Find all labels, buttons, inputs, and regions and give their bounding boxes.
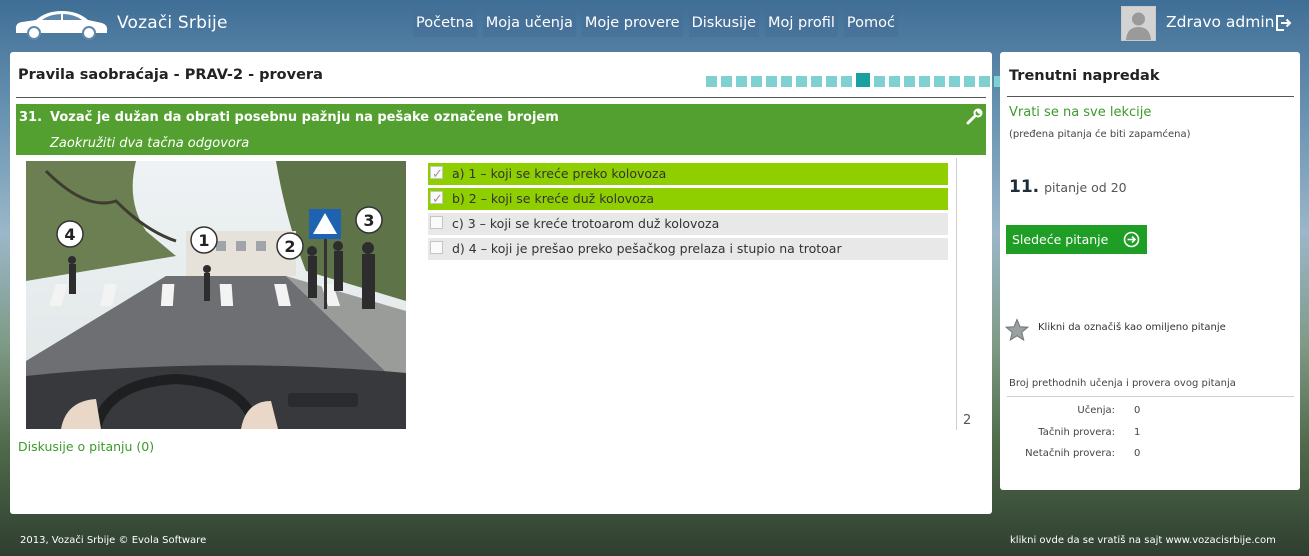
progress-square[interactable] [919, 76, 930, 87]
wrench-icon[interactable] [965, 106, 985, 126]
history-row-correct: Tačnih provera: 1 [1000, 427, 1300, 441]
answer-option-a[interactable]: ✓ a) 1 – koji se kreće preko kolovoza [428, 163, 948, 185]
answer-option-b[interactable]: ✓ b) 2 – koji se kreće duž kolovoza [428, 188, 948, 210]
question-text: Vozač je dužan da obrati posebnu pažnju … [50, 110, 559, 125]
progress-square[interactable] [934, 76, 945, 87]
history-value: 1 [1134, 427, 1141, 438]
history-label: Učenja: [1077, 405, 1115, 416]
divider [16, 97, 986, 98]
check-icon: ✓ [432, 192, 443, 207]
answer-list: ✓ a) 1 – koji se kreće preko kolovoza ✓ … [428, 163, 948, 263]
answer-text: d) 4 – koji je prešao preko pešačkog pre… [452, 241, 842, 256]
progress-square[interactable] [796, 76, 807, 87]
brand-name[interactable]: Vozači Srbije [117, 13, 228, 33]
question-image: 4 1 2 3 [26, 161, 406, 429]
image-label-1: 1 [198, 231, 209, 250]
question-counter: 11. pitanje od 20 [1009, 177, 1127, 197]
arrow-right-circle-icon [1123, 231, 1140, 248]
footer-site-link[interactable]: klikni ovde da se vratiš na sajt www.voz… [1010, 535, 1276, 546]
sidebar-title: Trenutni napredak [1009, 68, 1160, 84]
divider [1007, 396, 1294, 397]
user-avatar[interactable] [1121, 6, 1156, 41]
side-number: 2 [963, 413, 972, 428]
progress-square[interactable] [721, 76, 732, 87]
question-discussion-link[interactable]: Diskusije o pitanju (0) [18, 439, 154, 454]
history-value: 0 [1134, 448, 1141, 459]
logout-icon[interactable] [1274, 14, 1292, 32]
question-of-total: pitanje od 20 [1044, 180, 1127, 195]
divider [956, 158, 957, 430]
history-label: Tačnih provera: [1038, 427, 1115, 438]
history-row-incorrect: Netačnih provera: 0 [1000, 448, 1300, 462]
divider [1007, 96, 1294, 97]
nav-my-tests[interactable]: Moje provere [581, 10, 683, 37]
nav-home[interactable]: Početna [413, 10, 477, 37]
current-question-number: 11. [1009, 177, 1040, 197]
back-to-lessons-link[interactable]: Vrati se na sve lekcije [1009, 105, 1151, 120]
progress-square[interactable] [826, 76, 837, 87]
progress-square[interactable] [781, 76, 792, 87]
progress-square[interactable] [964, 76, 975, 87]
star-favorite-icon[interactable] [1005, 318, 1029, 342]
nav-my-learning[interactable]: Moja učenja [482, 10, 576, 37]
progress-square[interactable] [751, 76, 762, 87]
history-label: Netačnih provera: [1025, 448, 1115, 459]
progress-square[interactable] [949, 76, 960, 87]
question-number: 31. [19, 110, 43, 125]
progress-square[interactable] [766, 76, 777, 87]
user-greeting: Zdravo admin [1166, 13, 1275, 31]
answer-text: a) 1 – koji se kreće preko kolovoza [452, 166, 667, 181]
answer-option-d[interactable]: d) 4 – koji je prešao preko pešačkog pre… [428, 238, 948, 260]
progress-square[interactable] [706, 76, 717, 87]
progress-square[interactable] [904, 76, 915, 87]
page-title: Pravila saobraćaja - PRAV-2 - provera [18, 67, 323, 83]
main-nav: Početna Moja učenja Moje provere Diskusi… [413, 10, 898, 37]
answer-checkbox[interactable]: ✓ [430, 191, 443, 207]
image-label-2: 2 [284, 237, 295, 256]
next-question-button[interactable]: Sledeće pitanje [1006, 225, 1147, 254]
progress-square[interactable] [874, 76, 885, 87]
progress-square[interactable] [811, 76, 822, 87]
image-label-4: 4 [64, 225, 75, 244]
top-bar: Vozači Srbije Početna Moja učenja Moje p… [0, 0, 1309, 48]
progress-square[interactable] [979, 76, 990, 87]
nav-discussions[interactable]: Diskusije [688, 10, 760, 37]
question-header: 31. Vozač je dužan da obrati posebnu paž… [16, 104, 986, 155]
image-label-3: 3 [363, 211, 374, 230]
favorite-question-text[interactable]: Klikni da označiš kao omiljeno pitanje [1038, 322, 1226, 333]
history-title: Broj prethodnih učenja i provera ovog pi… [1009, 378, 1236, 389]
answer-checkbox[interactable] [430, 216, 443, 229]
progress-square[interactable] [889, 76, 900, 87]
car-logo-icon[interactable] [12, 6, 110, 40]
answer-option-c[interactable]: c) 3 – koji se kreće trotoarom duž kolov… [428, 213, 948, 235]
history-value: 0 [1134, 405, 1141, 416]
question-instruction: Zaokružiti dva tačna odgovora [50, 136, 250, 151]
progress-square[interactable] [736, 76, 747, 87]
nav-help[interactable]: Pomoć [843, 10, 898, 37]
progress-square[interactable] [841, 76, 852, 87]
answer-checkbox[interactable]: ✓ [430, 166, 443, 182]
back-note: (pređena pitanja će biti zapamćena) [1009, 129, 1191, 140]
progress-sidebar: Trenutni napredak Vrati se na sve lekcij… [1000, 52, 1300, 490]
question-panel: Pravila saobraćaja - PRAV-2 - provera 31… [10, 52, 1005, 514]
avatar-person-icon [1122, 7, 1155, 40]
footer-copyright: 2013, Vozači Srbije © Evola Software [20, 535, 207, 546]
answer-checkbox[interactable] [430, 241, 443, 254]
progress-indicator [706, 73, 1009, 87]
next-question-label: Sledeće pitanje [1012, 232, 1109, 247]
check-icon: ✓ [432, 167, 443, 182]
progress-square-current[interactable] [856, 73, 870, 87]
history-row-learning: Učenja: 0 [1000, 405, 1300, 419]
answer-text: c) 3 – koji se kreće trotoarom duž kolov… [452, 216, 720, 231]
answer-text: b) 2 – koji se kreće duž kolovoza [452, 191, 655, 206]
nav-my-profile[interactable]: Moj profil [765, 10, 838, 37]
